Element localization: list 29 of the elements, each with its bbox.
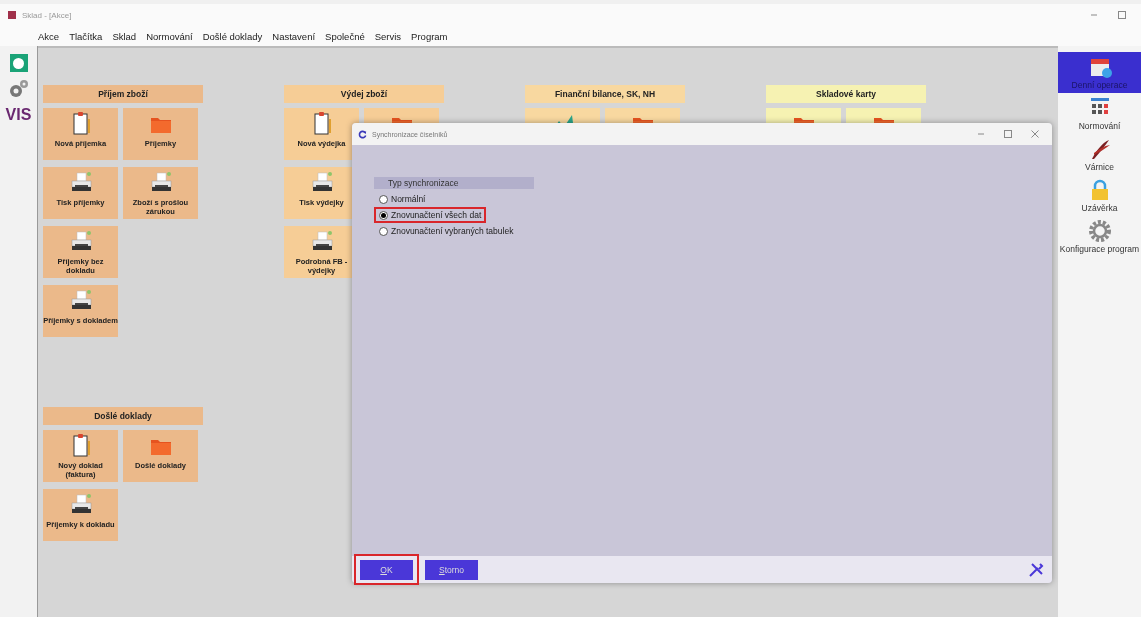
radio-option[interactable]: Znovunačtení vybraných tabulek [374,223,519,239]
group-header: Finanční bilance, SK, NH [525,85,685,103]
sidebar-item[interactable]: Uzávěrka [1058,175,1141,216]
menu-item[interactable]: Akce [33,30,65,42]
menu-item[interactable]: Tlačítka [64,30,108,42]
menu-item[interactable]: Servis [369,30,407,42]
radio-option[interactable]: Normální [374,191,431,207]
sidebar-item[interactable]: Konfigurace program [1058,216,1141,257]
menu-item[interactable]: Normování [141,30,198,42]
menu-item[interactable]: Sklad [107,30,142,42]
group-header: Výdej zboží [284,85,444,103]
group-header: Skladové karty [766,85,926,103]
radio-label: Znovunačtení všech dat [391,210,482,220]
window-title: Sklad - [Akce] [22,10,72,20]
group-header: Příjem zboží [43,85,203,103]
menu-item[interactable]: Nastavení [267,30,321,42]
radio-label: Znovunačtení vybraných tabulek [391,226,514,236]
dialog-button[interactable]: Storno [425,560,478,580]
menu-item[interactable]: Program [406,30,453,42]
group-label: Typ synchronizace [374,177,534,189]
group-header: Došlé doklady [43,407,203,425]
menu-item[interactable]: Společné [320,30,370,42]
radio-option[interactable]: Znovunačtení všech dat [374,207,487,223]
radio-label: Normální [391,194,426,204]
sidebar-item[interactable]: Várnice [1058,134,1141,175]
dialog-button[interactable]: OK [360,560,413,580]
sidebar-item[interactable]: Normování [1058,93,1141,134]
menu-item[interactable]: Došlé doklady [197,30,268,42]
logo-text: VIS [5,106,32,124]
